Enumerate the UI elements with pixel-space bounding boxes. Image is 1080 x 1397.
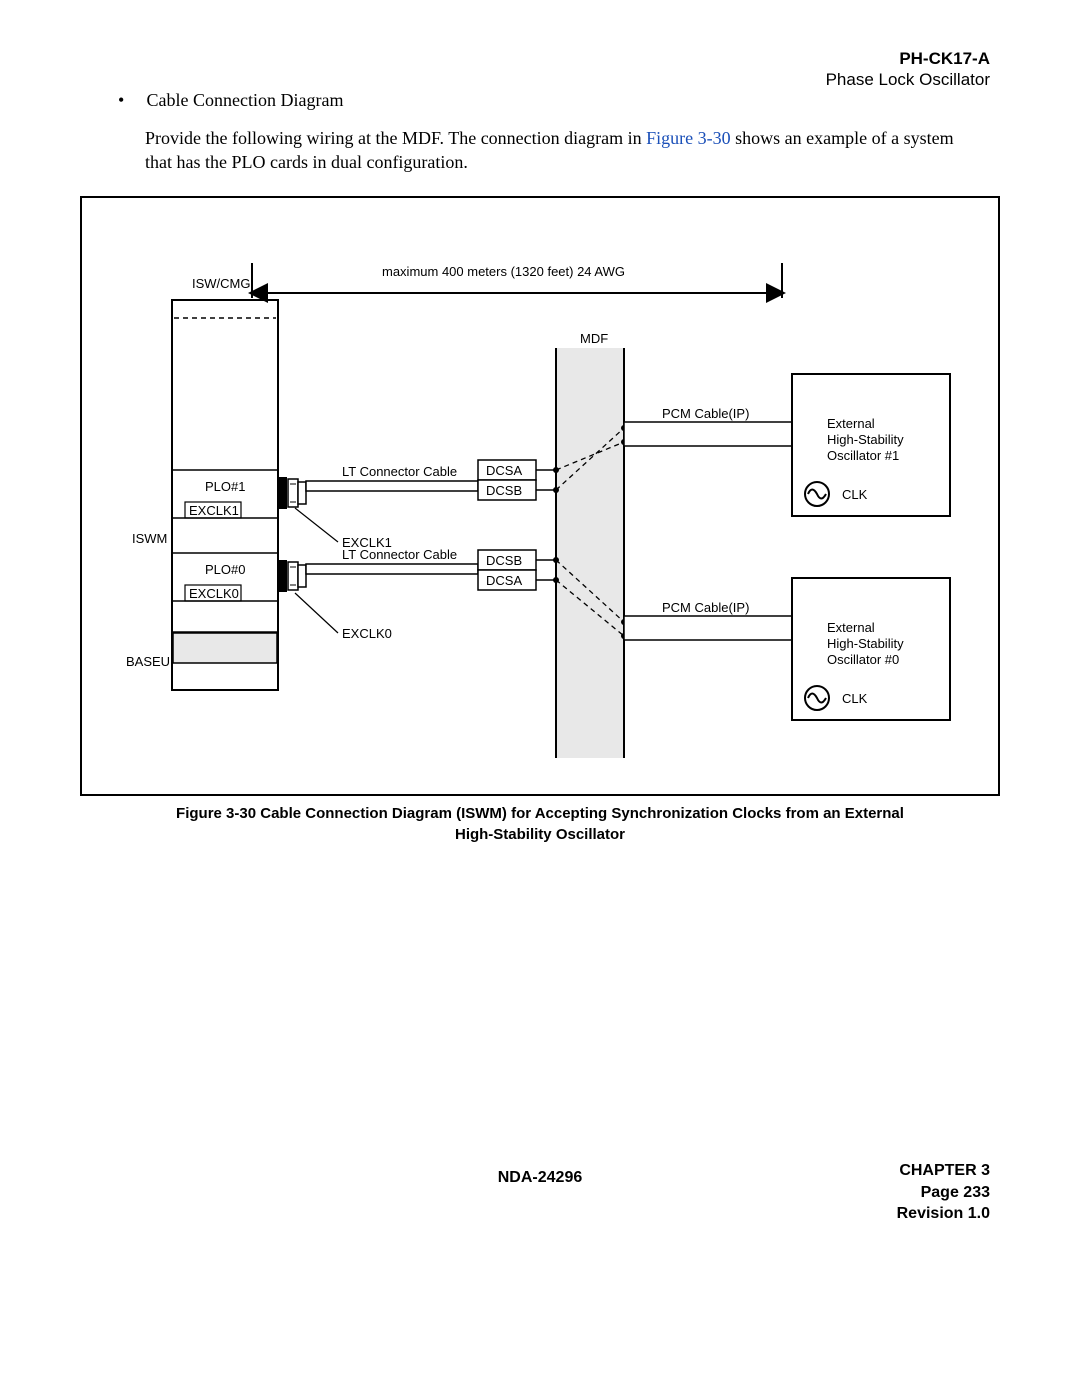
footer-revision: Revision 1.0	[897, 1203, 990, 1225]
lt-connector-0	[279, 560, 306, 592]
dcsb-0-label: DCSB	[486, 553, 522, 568]
header-right: PH-CK17-A Phase Lock Oscillator	[826, 48, 990, 91]
body-paragraph: Provide the following wiring at the MDF.…	[145, 126, 980, 175]
figure-frame: maximum 400 meters (1320 feet) 24 AWG IS…	[80, 196, 1000, 796]
figure-caption: Figure 3-30 Cable Connection Diagram (IS…	[80, 803, 1000, 845]
plo1-label: PLO#1	[205, 479, 245, 494]
caption-line1: Figure 3-30 Cable Connection Diagram (IS…	[176, 805, 904, 822]
plo0-label: PLO#0	[205, 562, 245, 577]
osc1-line1: External	[827, 416, 875, 431]
osc1-line3: Oscillator #1	[827, 448, 899, 463]
footer-right: CHAPTER 3 Page 233 Revision 1.0	[897, 1160, 990, 1225]
figure-link[interactable]: Figure 3-30	[646, 128, 731, 148]
doc-code: PH-CK17-A	[826, 48, 990, 69]
mdf-label: MDF	[580, 331, 608, 346]
osc0-line2: High-Stability	[827, 636, 904, 651]
connection-diagram: maximum 400 meters (1320 feet) 24 AWG IS…	[82, 198, 998, 794]
footer-page: Page 233	[897, 1182, 990, 1204]
doc-subtitle: Phase Lock Oscillator	[826, 69, 990, 90]
lt-cable-0-label: LT Connector Cable	[342, 547, 457, 562]
baseu-label: BASEU	[126, 654, 170, 669]
dcsa-0-label: DCSA	[486, 573, 522, 588]
bullet-icon: •	[118, 90, 142, 111]
caption-line2: High-Stability Oscillator	[455, 826, 625, 843]
lt-connector-1	[279, 477, 306, 509]
osc0-line3: Oscillator #0	[827, 652, 899, 667]
dcsb-1-label: DCSB	[486, 483, 522, 498]
osc0-clk-label: CLK	[842, 691, 868, 706]
osc0-line1: External	[827, 620, 875, 635]
lt-cable-1-label: LT Connector Cable	[342, 464, 457, 479]
max-length-label: maximum 400 meters (1320 feet) 24 AWG	[382, 264, 625, 279]
dcsa-1-label: DCSA	[486, 463, 522, 478]
exclk1-port-label: EXCLK1	[189, 503, 239, 518]
bullet-title: Cable Connection Diagram	[147, 90, 344, 110]
exclk0-port-label: EXCLK0	[189, 586, 239, 601]
footer-chapter: CHAPTER 3	[897, 1160, 990, 1182]
osc1-clk-label: CLK	[842, 487, 868, 502]
pcm-cable-1-label: PCM Cable(IP)	[662, 406, 749, 421]
isw-cmg-label: ISW/CMG	[192, 276, 251, 291]
exclk0-callout: EXCLK0	[342, 626, 392, 641]
bullet-item: • Cable Connection Diagram	[118, 90, 343, 111]
pcm-cable-0-label: PCM Cable(IP)	[662, 600, 749, 615]
para-pre: Provide the following wiring at the MDF.…	[145, 128, 646, 148]
osc1-line2: High-Stability	[827, 432, 904, 447]
iswm-label: ISWM	[132, 531, 167, 546]
